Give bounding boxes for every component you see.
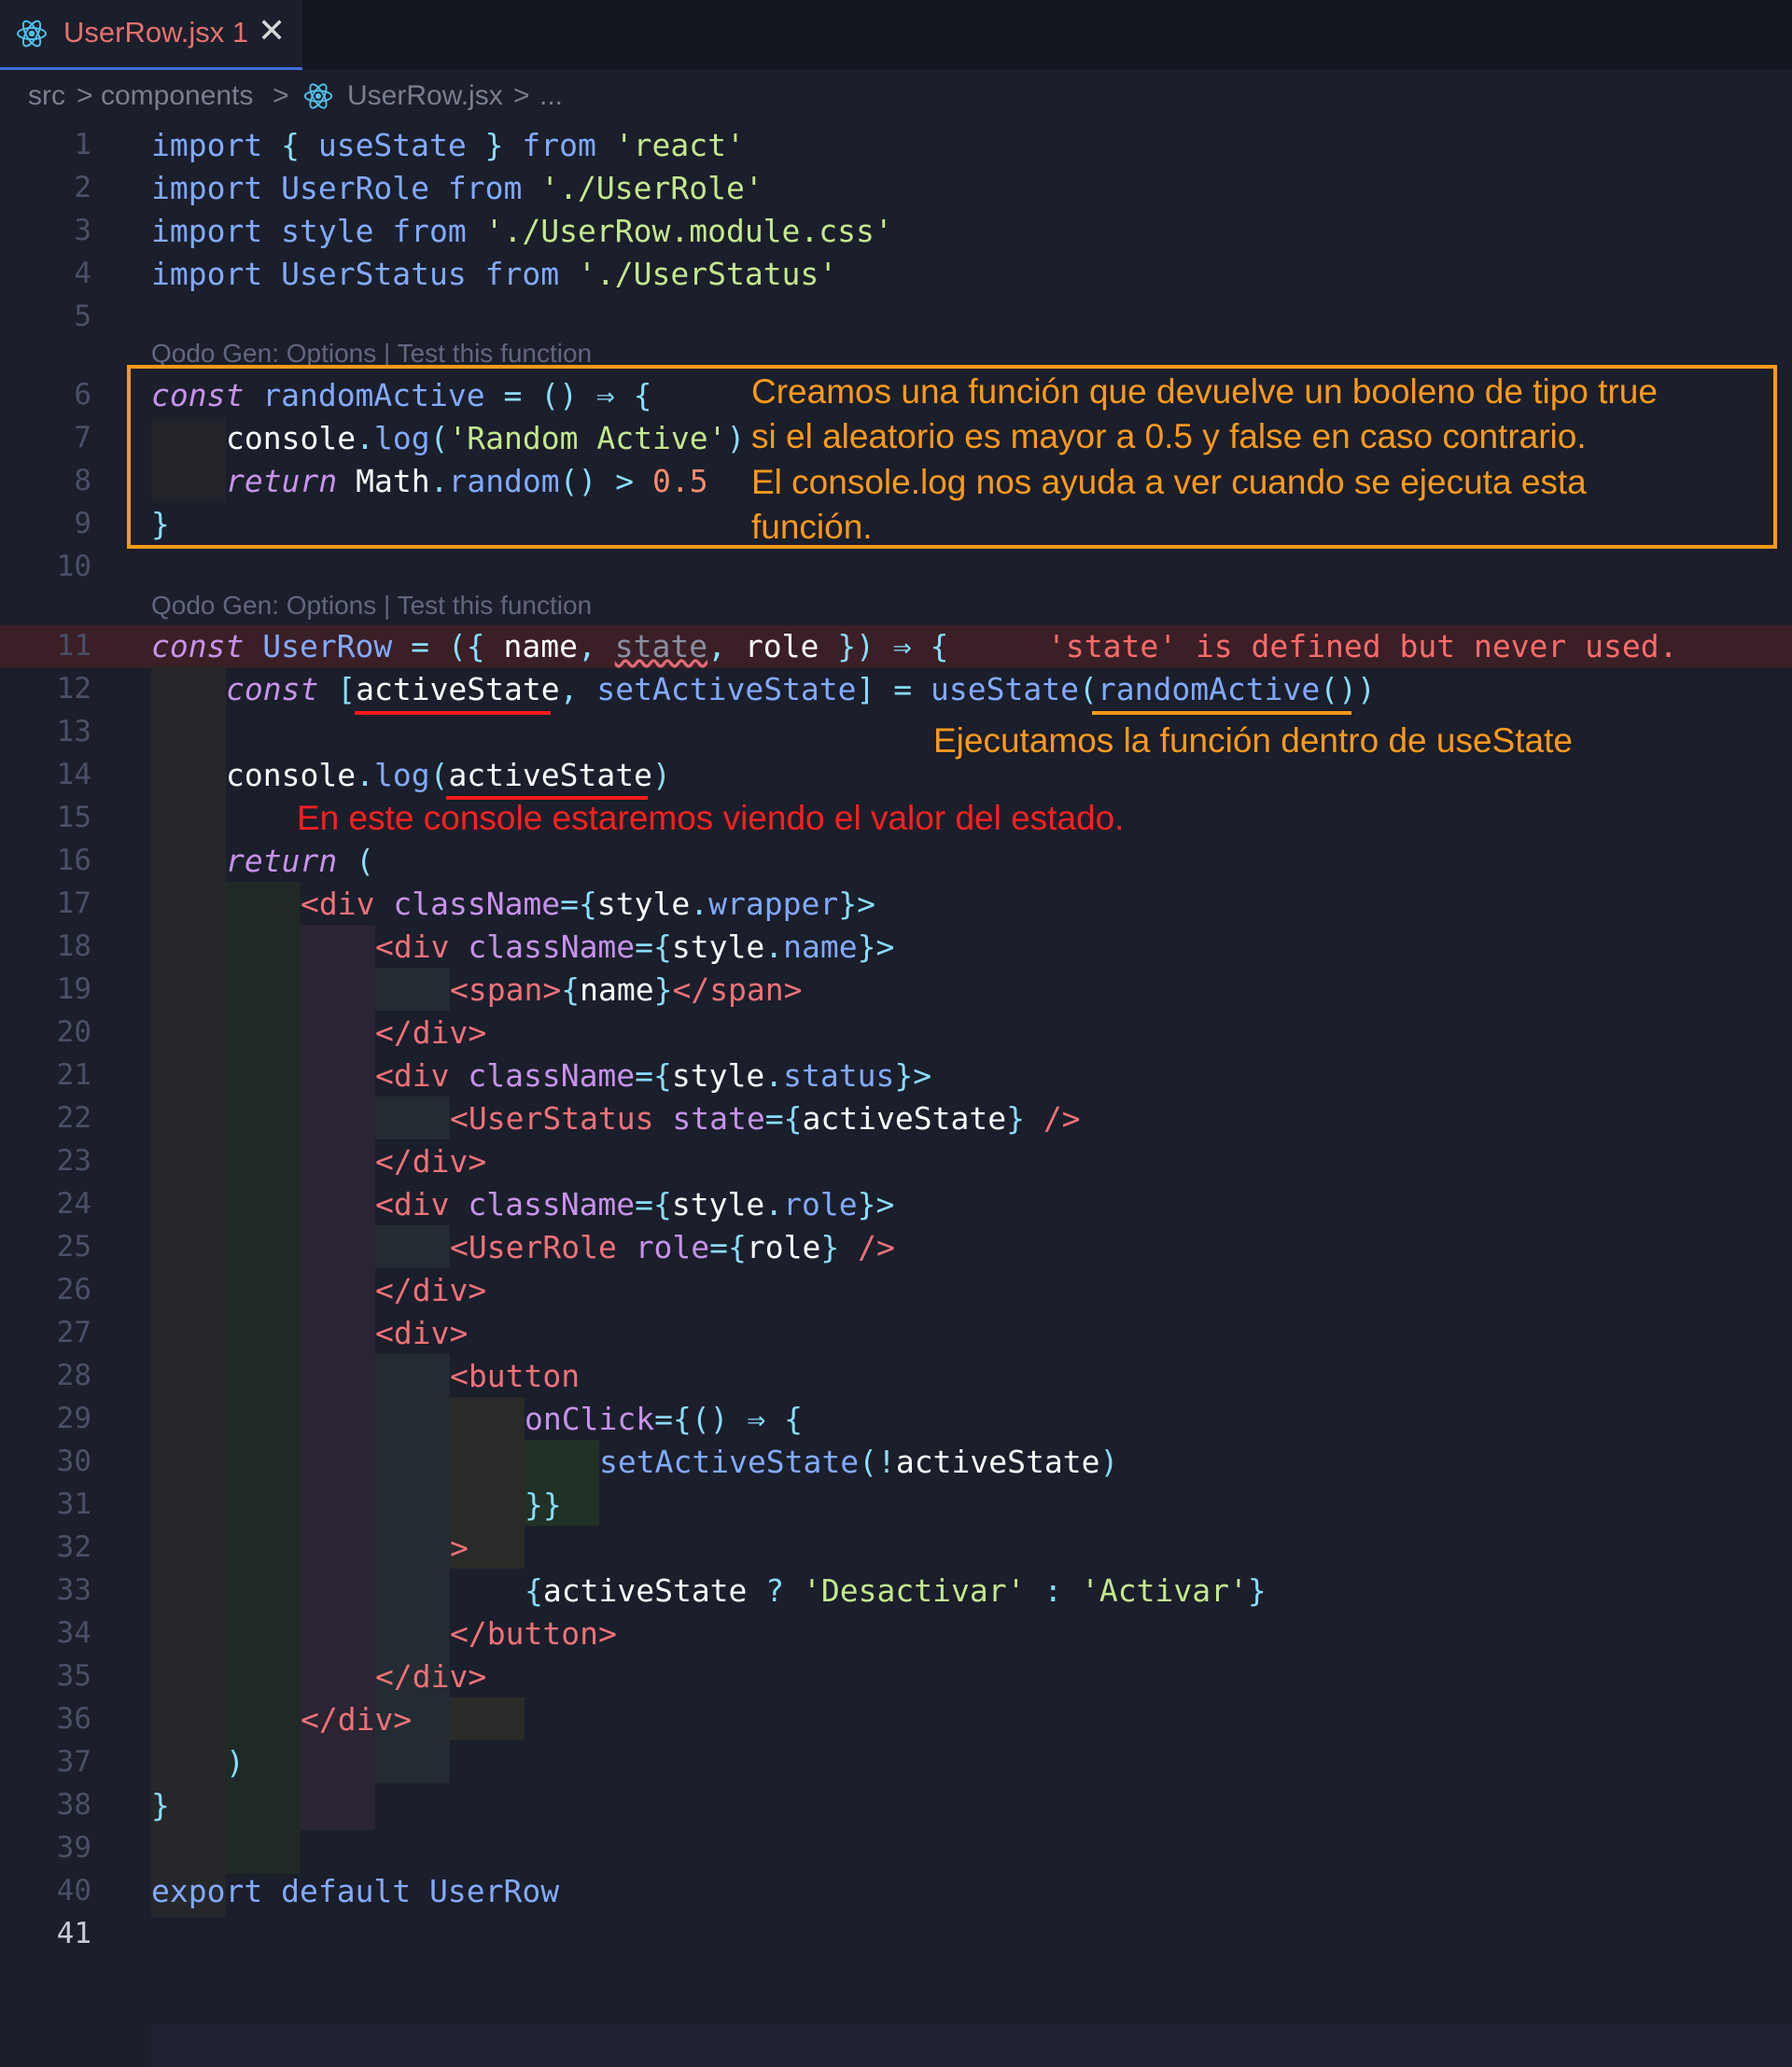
code-line: 26 </div> bbox=[56, 1272, 487, 1308]
code-line: 18 <div className={style.name}> bbox=[56, 929, 895, 965]
code-line: 37 ) bbox=[56, 1744, 245, 1781]
code-line: 5 bbox=[74, 300, 91, 333]
problem-count-badge: 1 bbox=[231, 16, 249, 49]
chevron-right-icon: > bbox=[273, 80, 289, 111]
code-line: 32 > bbox=[56, 1529, 469, 1566]
close-icon[interactable]: ✕ bbox=[258, 11, 286, 50]
annotation-text: función. bbox=[751, 508, 873, 546]
annotation-text: En este console estaremos viendo el valo… bbox=[297, 799, 1125, 837]
code-line: 10 bbox=[56, 550, 91, 583]
inline-error-message: 'state' is defined but never used. bbox=[1047, 628, 1678, 664]
code-line: 36 </div> bbox=[56, 1701, 413, 1738]
code-line: 24 <div className={style.role}> bbox=[56, 1186, 895, 1222]
annotation-text: si el aleatorio es mayor a 0.5 y false e… bbox=[751, 417, 1587, 455]
tab-label: UserRow.jsx 1 bbox=[63, 16, 249, 49]
code-line: 16 return ( bbox=[56, 843, 374, 879]
code-line: 2 import UserRole from './UserRole' bbox=[74, 170, 763, 206]
underline-mark bbox=[1092, 711, 1351, 715]
code-line: 11 const UserRow = ({ name, state, role … bbox=[0, 625, 1792, 668]
chevron-right-icon: > bbox=[77, 80, 93, 111]
code-line: 22 <UserStatus state={activeState} /> bbox=[56, 1100, 1081, 1137]
breadcrumb-more[interactable]: ... bbox=[539, 80, 563, 112]
tab-bar: UserRow.jsx 1 ✕ bbox=[0, 0, 1792, 70]
react-icon bbox=[17, 20, 47, 48]
code-line: 23 </div> bbox=[56, 1143, 487, 1180]
code-line: 12 const [activeState, setActiveState] =… bbox=[56, 671, 1376, 707]
code-line: 28 <button bbox=[56, 1358, 581, 1394]
code-line: 41 bbox=[56, 1917, 91, 1950]
code-line: 1 import { useState } from 'react' bbox=[74, 127, 745, 163]
tab-userrow-jsx[interactable]: UserRow.jsx 1 ✕ bbox=[0, 0, 302, 70]
annotation-text: El console.log nos ayuda a ver cuando se… bbox=[751, 463, 1587, 501]
code-line: 4 import UserStatus from './UserStatus' bbox=[74, 256, 838, 292]
breadcrumb-src[interactable]: src bbox=[28, 80, 65, 112]
breadcrumb-components[interactable]: components bbox=[101, 80, 253, 112]
code-line: 40 export default UserRow bbox=[56, 1873, 560, 1909]
code-line: 19 <span>{name}</span> bbox=[56, 971, 803, 1008]
code-line: 30 setActiveState(!activeState) bbox=[56, 1444, 1119, 1480]
unused-var-state[interactable]: state bbox=[615, 628, 707, 664]
code-line: 34 </button> bbox=[56, 1615, 617, 1652]
annotation-text: Creamos una función que devuelve un bool… bbox=[751, 372, 1658, 411]
underline-mark bbox=[355, 711, 551, 715]
code-line: 17 <div className={style.wrapper}> bbox=[56, 886, 875, 922]
code-line: 39 bbox=[56, 1831, 91, 1864]
code-line: 35 </div> bbox=[56, 1658, 487, 1695]
code-line: 21 <div className={style.status}> bbox=[56, 1057, 932, 1094]
code-editor[interactable]: Qodo Gen: Options | Test this function Q… bbox=[0, 124, 1792, 2067]
code-line: 27 <div> bbox=[56, 1315, 469, 1351]
breadcrumb-file[interactable]: UserRow.jsx bbox=[347, 80, 503, 112]
code-line: 29 onClick={() ⇒ { bbox=[56, 1401, 804, 1437]
code-line: 3 import style from './UserRow.module.cs… bbox=[74, 213, 893, 249]
chevron-right-icon: > bbox=[513, 80, 530, 111]
annotation-text: Ejecutamos la función dentro de useState bbox=[933, 721, 1573, 760]
code-line: 33 {activeState ? 'Desactivar' : 'Activa… bbox=[56, 1572, 1267, 1609]
breadcrumb: src > components > UserRow.jsx > ... bbox=[0, 73, 1792, 121]
react-icon bbox=[303, 83, 333, 109]
code-line: 20 </div> bbox=[56, 1014, 487, 1051]
current-line-highlight bbox=[151, 2024, 1792, 2067]
code-line: 38 } bbox=[56, 1787, 170, 1823]
codelens-options[interactable]: Qodo Gen: Options | Test this function bbox=[151, 591, 592, 621]
code-line: 31 }} bbox=[56, 1487, 562, 1523]
code-line: 25 <UserRole role={role} /> bbox=[56, 1229, 895, 1265]
